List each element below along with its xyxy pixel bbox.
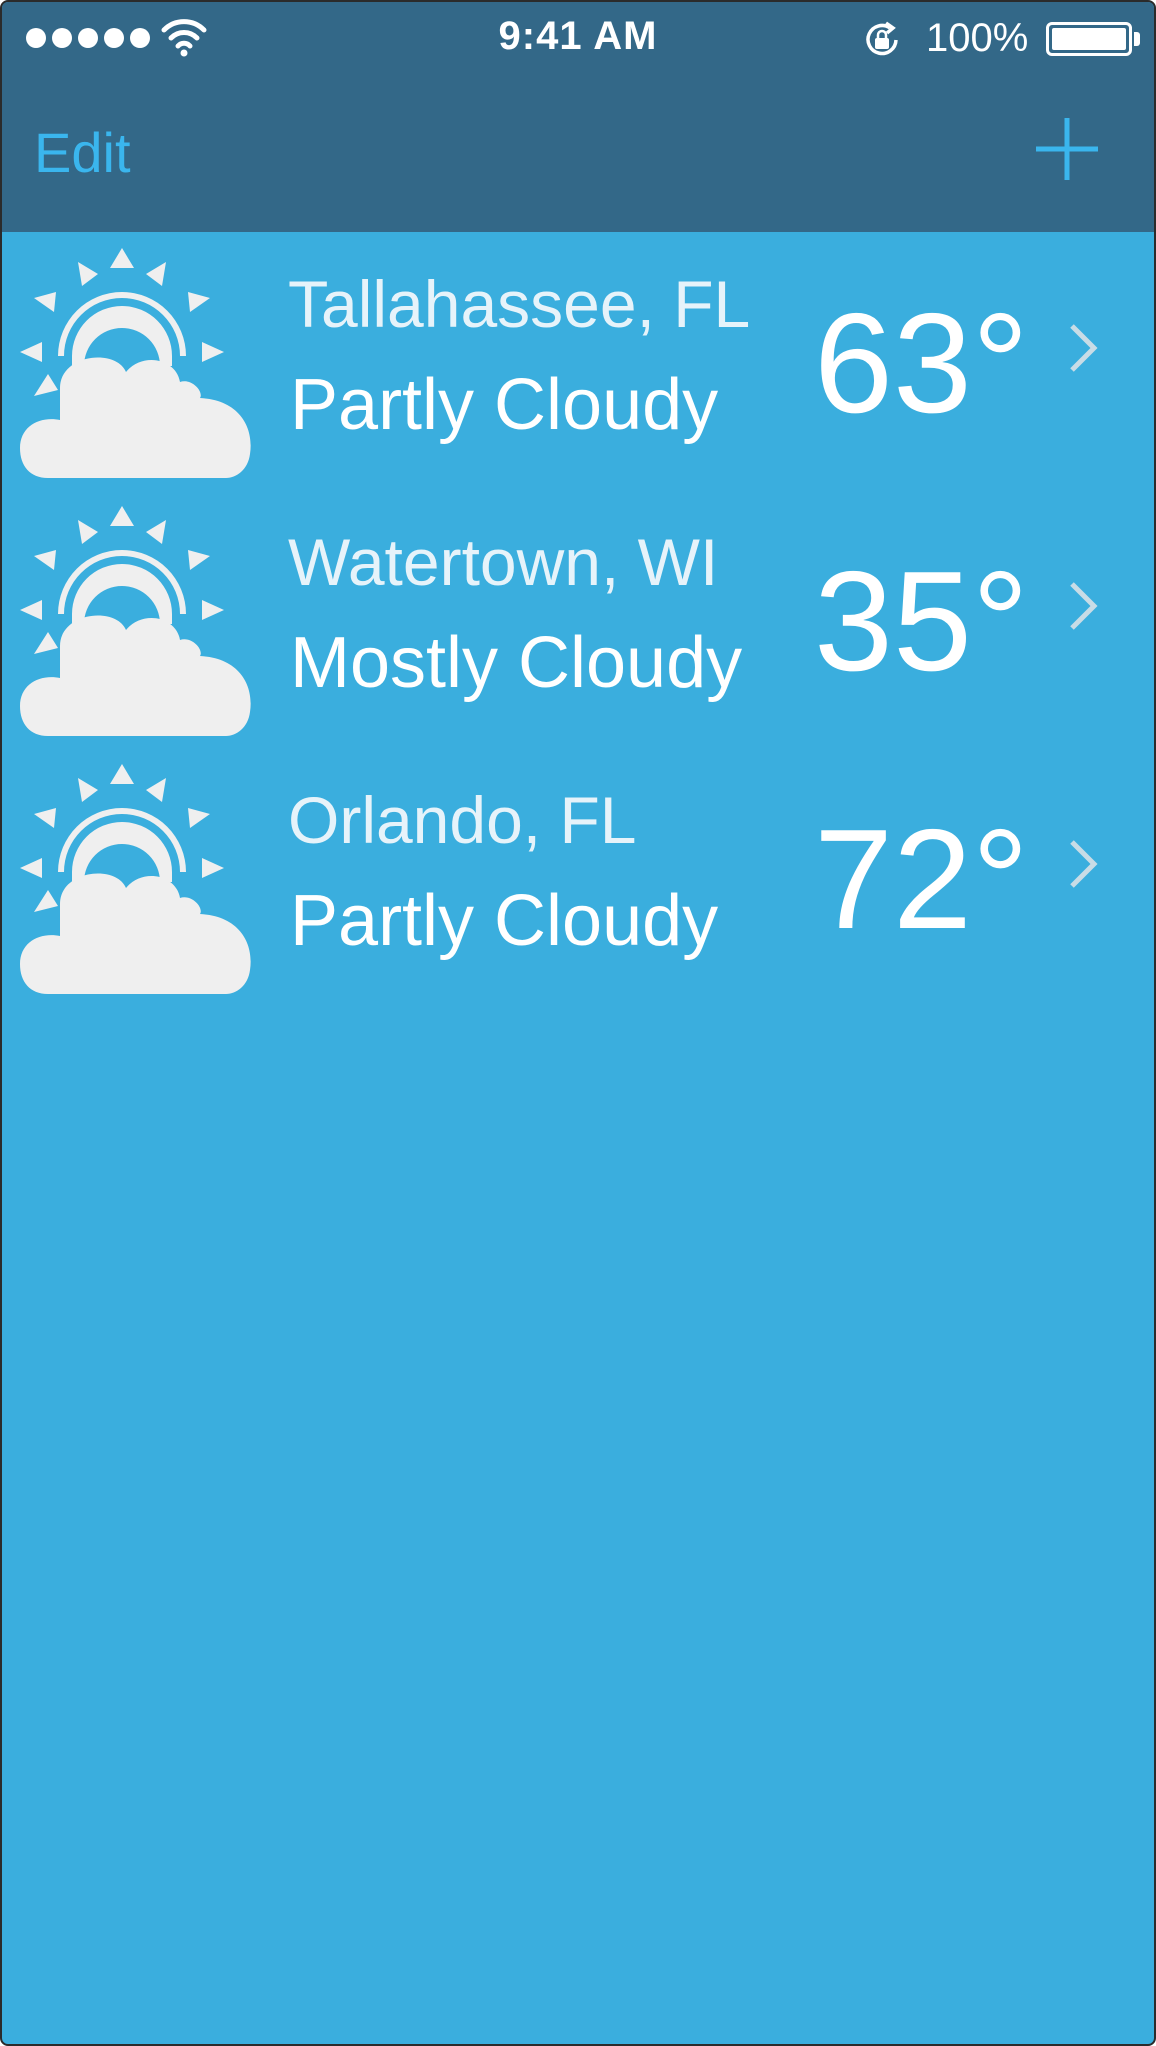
city-row-orlando[interactable]: Orlando, FL Partly Cloudy 72° xyxy=(2,750,1154,1008)
battery-tip xyxy=(1134,32,1140,46)
top-bar: 9:41 AM 100% Edit xyxy=(2,2,1154,232)
battery-percent: 100% xyxy=(926,16,1029,60)
chevron-right-icon xyxy=(1070,840,1098,888)
weather-condition: Mostly Cloudy xyxy=(290,623,743,703)
city-name: Watertown, WI xyxy=(288,525,719,599)
weather-condition: Partly Cloudy xyxy=(290,365,719,445)
city-row-watertown[interactable]: Watertown, WI Mostly Cloudy 35° xyxy=(2,492,1154,750)
chevron-right-icon xyxy=(1070,324,1098,372)
battery-icon xyxy=(1046,22,1132,56)
weather-app-screen: 9:41 AM 100% Edit Tallahassee, FL Partly… xyxy=(0,0,1156,2046)
partly-cloudy-icon xyxy=(20,248,251,478)
partly-cloudy-icon xyxy=(20,506,251,736)
weather-condition: Partly Cloudy xyxy=(290,881,719,961)
chevron-right-icon xyxy=(1070,582,1098,630)
orientation-lock-icon xyxy=(866,21,898,56)
city-name: Tallahassee, FL xyxy=(288,267,751,341)
partly-cloudy-icon xyxy=(20,764,251,994)
city-row-tallahassee[interactable]: Tallahassee, FL Partly Cloudy 63° xyxy=(2,234,1154,492)
edit-button[interactable]: Edit xyxy=(34,120,131,186)
temperature: 63° xyxy=(814,284,1029,443)
city-name: Orlando, FL xyxy=(288,783,637,857)
temperature: 35° xyxy=(814,542,1029,701)
plus-icon[interactable] xyxy=(1032,114,1102,184)
battery-level xyxy=(1052,28,1126,50)
status-bar: 9:41 AM 100% xyxy=(2,2,1154,76)
temperature: 72° xyxy=(814,800,1029,959)
